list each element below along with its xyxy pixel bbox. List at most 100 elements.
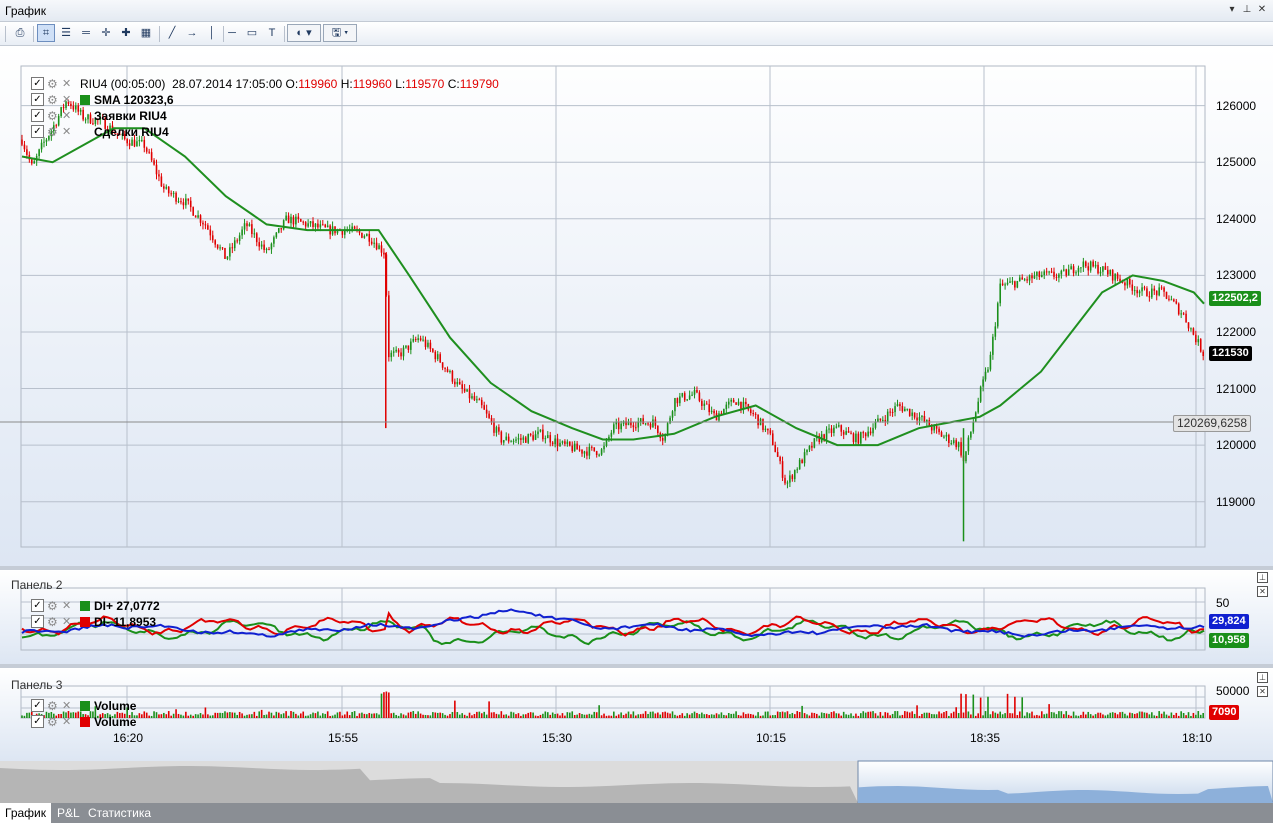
- candle-body: [767, 428, 769, 431]
- candle-body: [960, 442, 962, 456]
- dropdown-icon[interactable]: ▾: [1225, 3, 1239, 17]
- candle-body: [1070, 266, 1072, 270]
- volume-bar: [1146, 712, 1148, 718]
- volume-bar: [948, 715, 950, 718]
- candle-body: [691, 394, 693, 396]
- candle-body: [233, 240, 236, 249]
- volume-bar: [845, 714, 847, 718]
- print-icon[interactable]: ⎙: [11, 24, 29, 42]
- legend-instrument: RIU4 (00:05:00): [80, 76, 166, 91]
- volume-bar: [967, 711, 970, 718]
- candle-body: [1197, 339, 1200, 343]
- pin-icon[interactable]: ⊥: [1257, 572, 1268, 583]
- candle-body: [163, 186, 165, 189]
- candle-body: [500, 431, 503, 443]
- vline-tool-icon[interactable]: │: [203, 24, 221, 42]
- visibility-checkbox[interactable]: ✓: [31, 715, 44, 728]
- legend-orders-label: Заявки RIU4: [94, 108, 167, 123]
- candle-body: [1055, 276, 1058, 278]
- pin-icon[interactable]: ⊥: [1257, 672, 1268, 683]
- close-icon[interactable]: ✕: [62, 699, 72, 712]
- chart-select-icon[interactable]: ⌗: [37, 24, 55, 42]
- volume-bar: [715, 713, 718, 718]
- volume-bar: [28, 712, 31, 718]
- visibility-checkbox[interactable]: ✓: [31, 599, 44, 612]
- line-tool-icon[interactable]: ╱: [163, 24, 181, 42]
- close-icon[interactable]: ✕: [62, 93, 72, 106]
- close-icon[interactable]: ✕: [62, 715, 72, 728]
- grid-icon[interactable]: ▦: [137, 24, 155, 42]
- close-icon[interactable]: ✕: [62, 77, 72, 90]
- volume-bar: [1114, 712, 1116, 718]
- legend-color-swatch: [80, 600, 90, 611]
- add-object-icon[interactable]: ✚: [117, 24, 135, 42]
- candle-body: [838, 425, 840, 427]
- tab-chart[interactable]: График: [0, 803, 51, 823]
- gear-icon[interactable]: ⚙: [47, 110, 59, 122]
- gear-icon[interactable]: ⚙: [47, 600, 59, 612]
- candle-body: [904, 408, 906, 412]
- candle-body: [1190, 328, 1192, 330]
- volume-bar: [1099, 712, 1102, 718]
- window-titlebar: График ▾ ⊥ ✕: [0, 0, 1273, 22]
- gear-icon[interactable]: ⚙: [47, 716, 59, 728]
- volume-bar: [793, 714, 796, 718]
- gear-icon[interactable]: ⚙: [47, 78, 59, 90]
- visibility-checkbox[interactable]: ✓: [31, 77, 44, 90]
- panel-splitter[interactable]: [0, 566, 1273, 570]
- volume-bar: [1009, 713, 1011, 718]
- volume-bar: [789, 714, 791, 718]
- visibility-checkbox[interactable]: ✓: [31, 109, 44, 122]
- candle-body: [194, 215, 197, 218]
- close-icon[interactable]: ✕: [1255, 3, 1269, 17]
- text-tool-icon[interactable]: T: [263, 24, 281, 42]
- candle-body: [502, 440, 505, 443]
- close-icon[interactable]: ✕: [62, 109, 72, 122]
- arrow-tool-icon[interactable]: →: [183, 24, 201, 42]
- close-icon[interactable]: ✕: [62, 125, 72, 138]
- candle-body: [701, 400, 703, 406]
- hline-icon[interactable]: ═: [77, 24, 95, 42]
- visibility-checkbox[interactable]: ✓: [31, 125, 44, 138]
- close-icon[interactable]: ✕: [62, 599, 72, 612]
- candle-body: [906, 408, 909, 410]
- volume-bar: [752, 714, 755, 718]
- panel-splitter[interactable]: [0, 664, 1273, 668]
- color-picker-icon[interactable]: ◐ ▾: [287, 24, 321, 42]
- rect-tool-icon[interactable]: ▭: [243, 24, 261, 42]
- volume-bar: [549, 714, 552, 718]
- gear-icon[interactable]: ⚙: [47, 94, 59, 106]
- volume-bar: [1141, 711, 1143, 718]
- chart-canvas[interactable]: [0, 46, 1273, 803]
- volume-bar: [1163, 711, 1165, 718]
- tab-pnl[interactable]: P&L: [52, 803, 85, 823]
- legend-di-plus: ✓ ⚙ ✕ DI+ 27,0772: [31, 598, 160, 613]
- volume-bar: [1131, 713, 1134, 718]
- gear-icon[interactable]: ⚙: [47, 126, 59, 138]
- pin-icon[interactable]: ⊥: [1240, 3, 1254, 17]
- candle-body: [948, 434, 950, 444]
- volume-bar: [913, 713, 916, 718]
- volume-bar: [422, 714, 424, 718]
- candle-body: [977, 401, 979, 413]
- list-icon[interactable]: ☰: [57, 24, 75, 42]
- gear-icon[interactable]: ⚙: [47, 616, 59, 628]
- candle-body: [275, 232, 278, 238]
- visibility-checkbox[interactable]: ✓: [31, 615, 44, 628]
- visibility-checkbox[interactable]: ✓: [31, 93, 44, 106]
- tab-statistics[interactable]: Статистика: [83, 803, 156, 823]
- close-icon[interactable]: ✕: [62, 615, 72, 628]
- volume-bar: [326, 711, 329, 718]
- x-axis-label: 15:30: [542, 731, 573, 745]
- volume-bar: [1177, 715, 1180, 718]
- visibility-checkbox[interactable]: ✓: [31, 699, 44, 712]
- hline-tool-icon[interactable]: ─: [223, 24, 241, 42]
- save-icon[interactable]: 🖫 ▾: [323, 24, 357, 42]
- close-icon[interactable]: ✕: [1257, 686, 1268, 697]
- close-icon[interactable]: ✕: [1257, 586, 1268, 597]
- volume-bar: [378, 714, 380, 718]
- candle-body: [1023, 279, 1026, 281]
- crosshair-icon[interactable]: ✛: [97, 24, 115, 42]
- gear-icon[interactable]: ⚙: [47, 700, 59, 712]
- volume-bar: [588, 713, 591, 718]
